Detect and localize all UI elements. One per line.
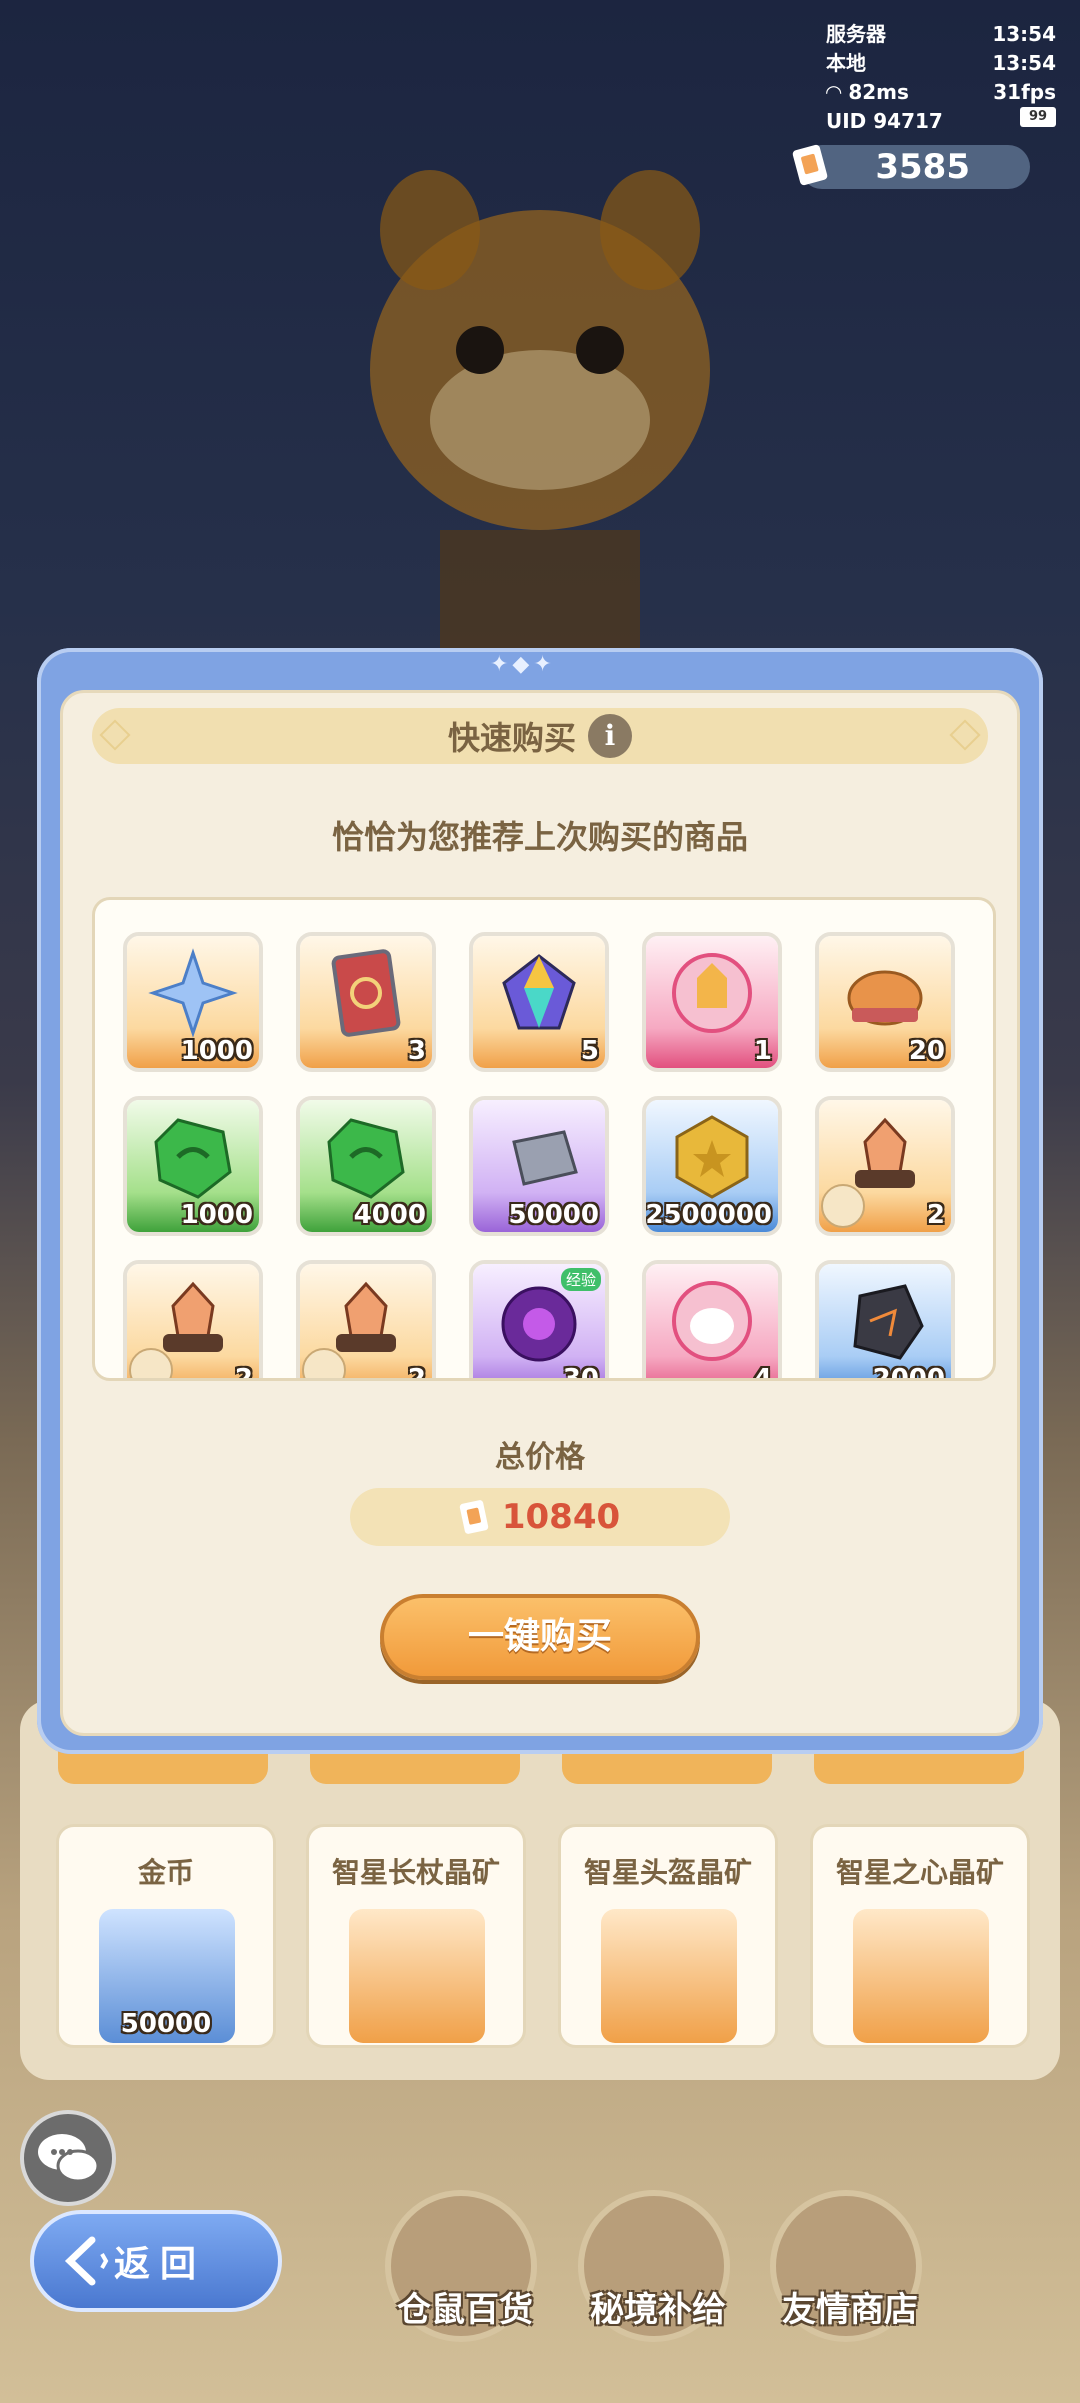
server-label: 服务器 (826, 22, 886, 46)
item-quantity: 1 (753, 1036, 772, 1066)
server-time: 13:54 (992, 22, 1056, 46)
total-price-pill: 10840 (350, 1488, 730, 1546)
item-slot[interactable]: 2000 (815, 1260, 955, 1381)
item-slot[interactable]: 4 (642, 1260, 782, 1381)
shop-card-helmet-ore[interactable]: 智星头盔晶矿 (558, 1824, 778, 2048)
modal-title: 快速购买 (447, 719, 576, 757)
item-slot[interactable]: 50000 (469, 1096, 609, 1236)
item-quantity: 4 (753, 1364, 772, 1381)
item-slot[interactable]: 1000 (123, 1096, 263, 1236)
ticket-icon (459, 1499, 489, 1535)
green-gem-icon (321, 1112, 411, 1206)
shop-card-label: 智星长杖晶矿 (331, 1856, 500, 1889)
shop-card-label: 智星之心晶矿 (835, 1856, 1004, 1889)
item-slot[interactable]: 2500000 (642, 1096, 782, 1236)
item-slot[interactable]: 1000 (123, 932, 263, 1072)
green-gem-icon (148, 1112, 238, 1206)
hamster-character (370, 170, 710, 650)
shop-card-gold[interactable]: 金币 50000 (56, 1824, 276, 2048)
info-icon[interactable]: i (588, 714, 632, 758)
item-grid-scroll[interactable]: 1000 3 5 1 20 1000 4000 50000 2500000 2 2 2 经验 30 4 200… (92, 897, 996, 1381)
back-label: 返回 (114, 2244, 207, 2285)
item-quantity: 20 (908, 1036, 945, 1066)
item-quantity: 2500000 (645, 1200, 772, 1230)
item-slot[interactable]: 5 (469, 932, 609, 1072)
total-price-label: 总价格 (495, 1440, 585, 1475)
nav-secret-supply[interactable]: 秘境补给 (578, 2190, 738, 2370)
shop-card-heart-ore[interactable]: 智星之心晶矿 (810, 1824, 1030, 2048)
item-slot[interactable]: 1 (642, 932, 782, 1072)
nav-label: 友情商店 (782, 2290, 918, 2330)
item-quantity: 1000 (180, 1200, 253, 1230)
exp-tag: 经验 (560, 1268, 601, 1291)
shop-card-qty: 50000 (120, 2009, 212, 2039)
star-crystal-icon (148, 948, 238, 1042)
local-time: 13:54 (992, 51, 1056, 75)
cat-avatar-icon (667, 1276, 757, 1370)
battery-icon: 99 (1020, 107, 1056, 127)
ping-value: ◠ 82ms (826, 78, 909, 107)
item-slot[interactable]: 4000 (296, 1096, 436, 1236)
nav-label: 秘境补给 (590, 2290, 726, 2330)
ore-sword-icon (349, 1909, 485, 2043)
item-quantity: 30 (562, 1364, 599, 1381)
bread-icon (840, 948, 930, 1042)
item-quantity: 2 (926, 1200, 945, 1230)
back-arrow-icon (64, 2236, 109, 2286)
item-quantity: 2 (234, 1364, 253, 1381)
sparkle-decoration: ✦◆✦ (490, 652, 556, 677)
item-quantity: 5 (580, 1036, 599, 1066)
modal-subtitle: 恰恰为您推荐上次购买的商品 (331, 818, 748, 856)
shop-card-label: 金币 (137, 1856, 194, 1889)
status-hud: 服务器 13:54 本地 13:54 ◠ 82ms 31fps UID 94717 99 (826, 20, 1056, 136)
ore-helmet-icon (601, 1909, 737, 2043)
uid-label: UID 94717 (826, 109, 943, 133)
chat-button[interactable] (20, 2110, 116, 2206)
ore-heart-icon (853, 1909, 989, 2043)
chat-bubble-icon (38, 2134, 100, 2183)
rainbow-gem-icon (494, 948, 584, 1042)
nav-hamster-store[interactable]: 仓鼠百货 (385, 2190, 545, 2370)
equipment-badge-icon (821, 1184, 865, 1228)
gold-coin-icon (667, 1112, 757, 1206)
card-icon (326, 948, 406, 1042)
currency-amount: 3585 (875, 147, 970, 187)
item-quantity: 2000 (872, 1364, 945, 1381)
item-slot[interactable]: 3 (296, 932, 436, 1072)
wifi-icon: ◠ (826, 80, 849, 104)
item-quantity: 2 (407, 1364, 426, 1381)
fox-avatar-icon (667, 948, 757, 1042)
fps-value: 31fps (993, 80, 1056, 104)
item-slot[interactable]: 经验 30 (469, 1260, 609, 1381)
item-slot[interactable]: 2 (123, 1260, 263, 1381)
item-quantity: 3 (407, 1036, 426, 1066)
total-price-value: 10840 (501, 1497, 621, 1537)
item-quantity: 1000 (180, 1036, 253, 1066)
coal-ore-icon (840, 1276, 930, 1370)
item-slot[interactable]: 20 (815, 932, 955, 1072)
nav-friendship-shop[interactable]: 友情商店 (770, 2190, 930, 2370)
item-quantity: 4000 (353, 1200, 426, 1230)
shop-card-staff-ore[interactable]: 智星长杖晶矿 (306, 1824, 526, 2048)
item-slot[interactable]: 2 (815, 1096, 955, 1236)
silver-ingot-icon (494, 1112, 584, 1206)
one-click-buy-button[interactable]: 一键购买 (380, 1594, 700, 1680)
currency-display[interactable]: 3585 (791, 143, 1030, 189)
back-button[interactable]: 返回 (30, 2210, 282, 2312)
item-quantity: 50000 (508, 1200, 599, 1230)
modal-title-bar: 快速购买 i (92, 708, 988, 764)
nav-label: 仓鼠百货 (397, 2290, 533, 2330)
local-label: 本地 (826, 51, 866, 75)
ping-text: 82ms (848, 80, 909, 104)
item-grid: 1000 3 5 1 20 1000 4000 50000 2500000 2 2 2 经验 30 4 200… (123, 932, 955, 1381)
shop-card-label: 智星头盔晶矿 (583, 1856, 752, 1889)
item-slot[interactable]: 2 (296, 1260, 436, 1381)
